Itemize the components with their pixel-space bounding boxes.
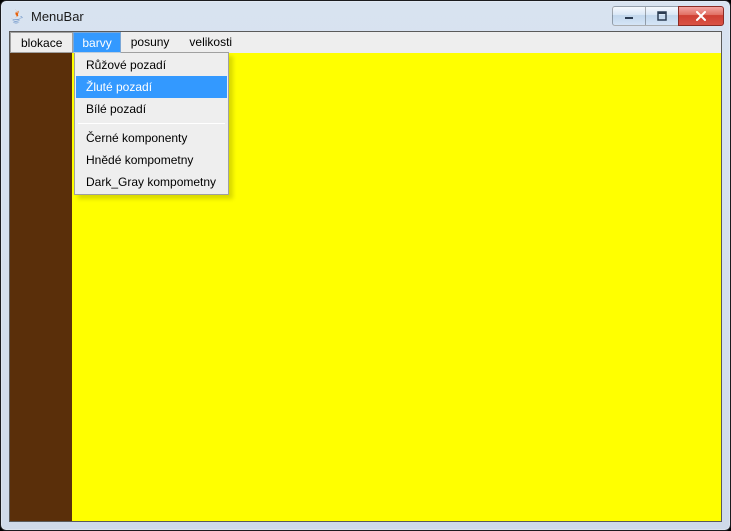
dropdown-barvy: Růžové pozadí Žluté pozadí Bílé pozadí Č… [74,52,229,195]
dropdown-item-bile[interactable]: Bílé pozadí [76,98,227,120]
dropdown-item-ruzove[interactable]: Růžové pozadí [76,54,227,76]
menu-barvy[interactable]: barvy [73,32,120,53]
dropdown-item-darkgray[interactable]: Dark_Gray kompometny [76,171,227,193]
titlebar[interactable]: MenuBar [1,1,730,31]
app-window: MenuBar blokace barvy posuny velikosti R… [0,0,731,531]
dropdown-item-zlute[interactable]: Žluté pozadí [76,76,227,98]
close-button[interactable] [678,6,724,26]
window-title: MenuBar [31,9,607,24]
menu-blokace[interactable]: blokace [10,32,73,53]
dropdown-item-cerne[interactable]: Černé komponenty [76,127,227,149]
menu-velikosti[interactable]: velikosti [179,32,242,53]
maximize-button[interactable] [645,6,679,26]
menu-posuny[interactable]: posuny [121,32,180,53]
client-area: blokace barvy posuny velikosti Růžové po… [9,31,722,522]
side-panel [10,53,72,521]
menubar: blokace barvy posuny velikosti [10,32,721,53]
dropdown-item-hnede[interactable]: Hnědé kompometny [76,149,227,171]
java-icon [9,8,25,24]
minimize-button[interactable] [612,6,646,26]
window-controls [613,6,724,26]
dropdown-separator [78,123,225,124]
